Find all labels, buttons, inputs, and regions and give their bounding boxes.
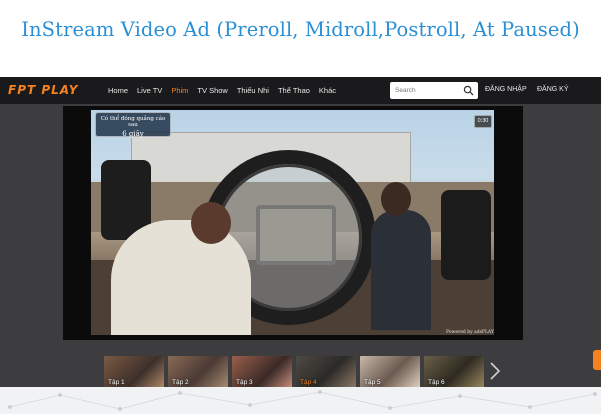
scene-camera-right	[441, 190, 491, 280]
episode-label: Tập 1	[108, 379, 125, 386]
network-pattern-icon	[8, 390, 597, 411]
skip-ad-seconds: 6 giây	[122, 130, 144, 138]
top-navigation-bar: FPT PLAY Home Live TV Phim TV Show Thiếu…	[0, 77, 601, 104]
nav-item-tv-show[interactable]: TV Show	[197, 86, 227, 95]
powered-by-adsplay: Powered by adsPLAY	[446, 330, 494, 335]
episode-label: Tập 4	[300, 379, 317, 386]
fpt-play-logo[interactable]: FPT PLAY	[8, 83, 78, 97]
scene-person-left	[111, 220, 251, 335]
episode-label: Tập 5	[364, 379, 381, 386]
ad-timer: 0:30	[474, 115, 492, 128]
decorative-network-background	[0, 387, 601, 414]
scene-person-right-head	[381, 182, 411, 216]
side-feedback-tab[interactable]	[593, 350, 601, 370]
episode-label: Tập 6	[428, 379, 445, 386]
nav-item-thieu-nhi[interactable]: Thiếu Nhi	[237, 86, 269, 95]
episode-list: Tập 1 Tập 2 Tập 3 Tập 4 Tập 5 Tập 6	[104, 356, 484, 388]
skip-ad-text: Có thể đóng quảng cáo sau	[100, 116, 166, 128]
episode-thumb-3[interactable]: Tập 3	[232, 356, 292, 388]
nav-item-khac[interactable]: Khác	[319, 86, 336, 95]
search-icon[interactable]	[463, 85, 474, 96]
episode-thumb-2[interactable]: Tập 2	[168, 356, 228, 388]
episode-label: Tập 2	[172, 379, 189, 386]
nav-item-live-tv[interactable]: Live TV	[137, 86, 162, 95]
page-title: InStream Video Ad (Preroll, Midroll,Post…	[21, 18, 580, 41]
search-box	[390, 82, 478, 99]
search-input[interactable]	[395, 87, 461, 94]
chevron-right-icon[interactable]	[488, 361, 502, 381]
scene-person-right	[371, 210, 431, 330]
episode-label: Tập 3	[236, 379, 253, 386]
video-player[interactable]: Có thể đóng quảng cáo sau 6 giây 0:30 Po…	[63, 106, 523, 340]
episode-thumb-5[interactable]: Tập 5	[360, 356, 420, 388]
episode-thumb-1[interactable]: Tập 1	[104, 356, 164, 388]
nav-item-the-thao[interactable]: Thể Thao	[278, 86, 310, 95]
skip-ad-countdown[interactable]: Có thể đóng quảng cáo sau 6 giây	[95, 112, 171, 138]
nav-item-phim[interactable]: Phim	[171, 86, 188, 95]
register-link[interactable]: ĐĂNG KÝ	[537, 86, 569, 93]
episode-thumb-4[interactable]: Tập 4	[296, 356, 356, 388]
episode-thumb-6[interactable]: Tập 6	[424, 356, 484, 388]
nav-item-home[interactable]: Home	[108, 86, 128, 95]
video-frame[interactable]	[91, 110, 494, 335]
main-nav: Home Live TV Phim TV Show Thiếu Nhi Thể …	[108, 77, 336, 104]
scene-person-left-head	[191, 202, 231, 244]
app-window: FPT PLAY Home Live TV Phim TV Show Thiếu…	[0, 77, 601, 388]
login-link[interactable]: ĐĂNG NHẬP	[485, 86, 527, 93]
